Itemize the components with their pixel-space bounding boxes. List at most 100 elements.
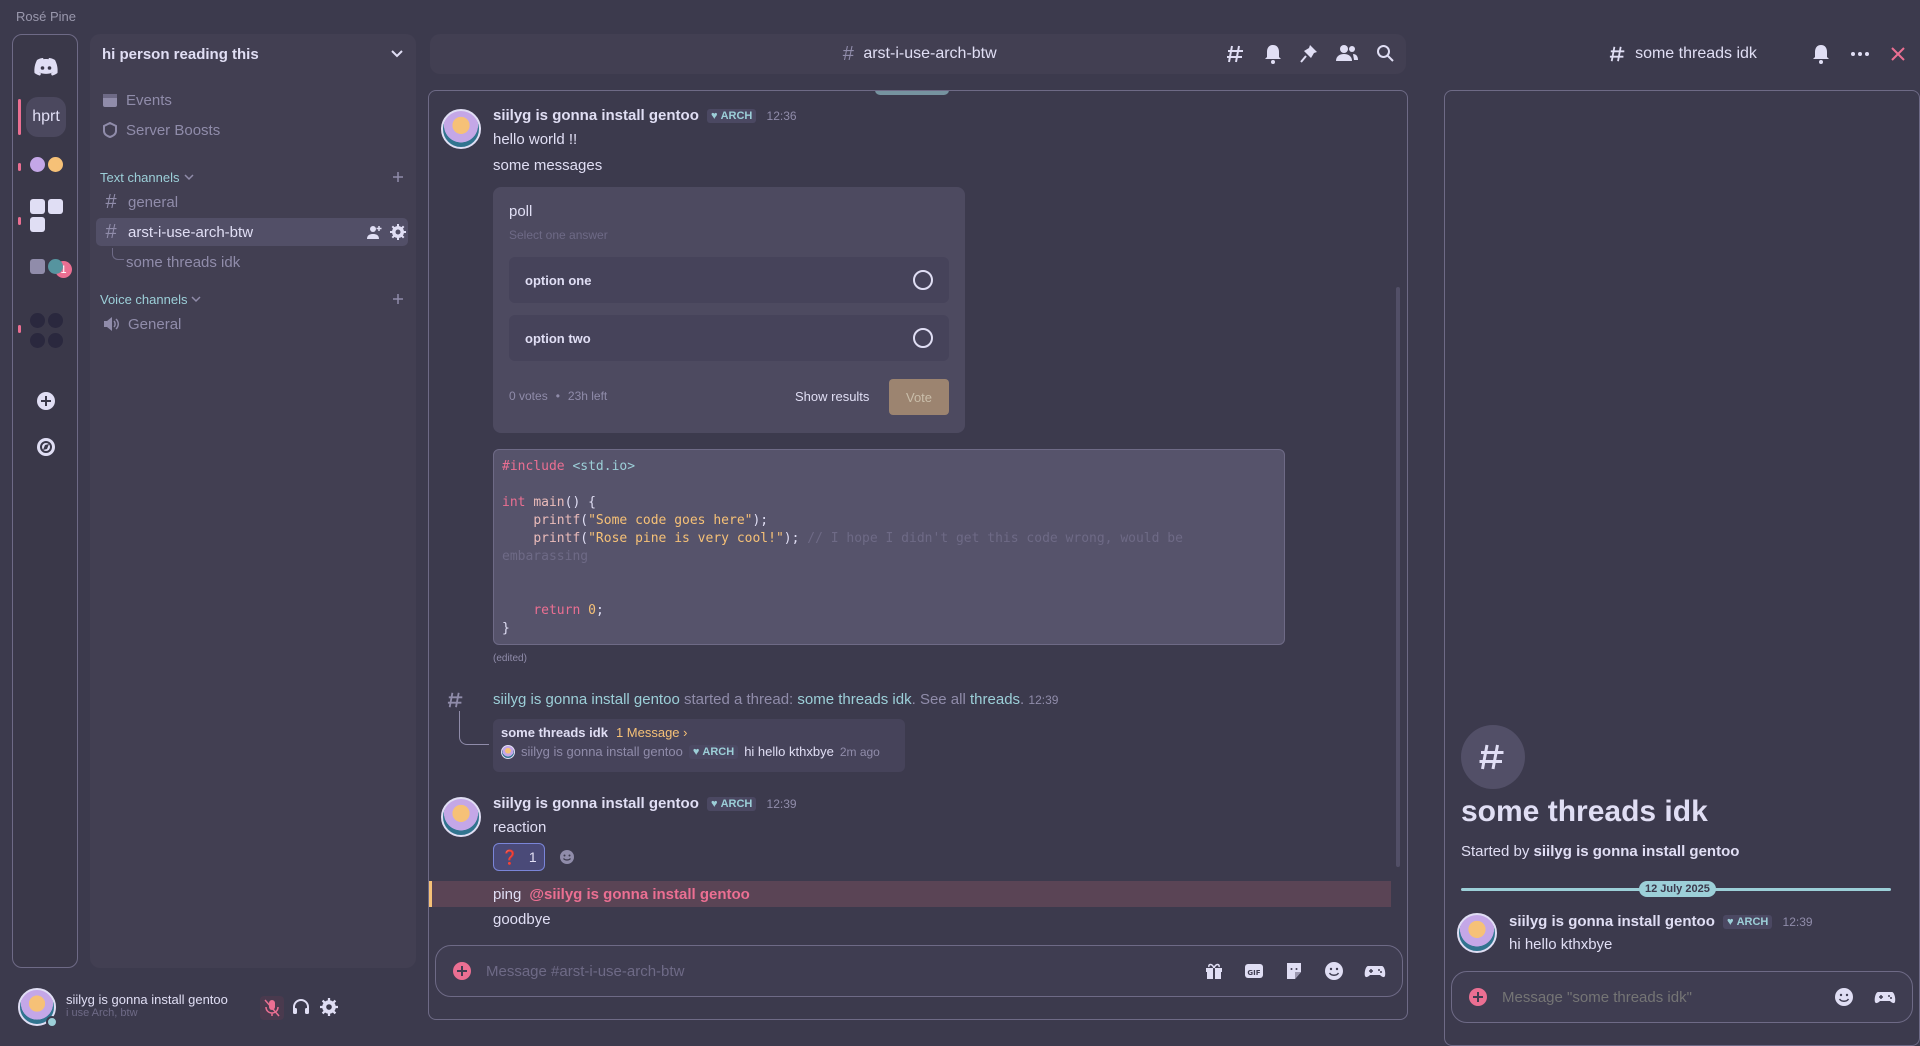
server-avatar <box>30 217 45 232</box>
text-category-label: Text channels <box>100 169 180 185</box>
game-icon[interactable] <box>1364 961 1386 981</box>
headphones-icon[interactable] <box>292 998 310 1016</box>
code-line-5: printf("Rose pine is very cool!"); // I … <box>533 531 1183 546</box>
plus-icon[interactable] <box>392 171 404 183</box>
heart-icon: ♥ <box>711 110 718 122</box>
poll-time-left: 23h left <box>567 389 608 403</box>
poll-option[interactable]: option two <box>509 315 949 361</box>
add-user-icon[interactable] <box>366 224 382 240</box>
user-panel: siilyg is gonna install gentoo i use Arc… <box>12 978 416 1036</box>
radio-button[interactable] <box>913 270 933 290</box>
server-folder-4[interactable] <box>26 307 66 355</box>
emoji-icon[interactable] <box>1834 987 1854 1007</box>
mic-muted-icon[interactable] <box>260 996 284 1020</box>
emoji-icon[interactable] <box>1324 961 1344 981</box>
channel-general[interactable]: # general <box>96 188 408 216</box>
online-status-dot <box>46 1016 58 1028</box>
server-hprt[interactable]: hprt <box>26 97 66 137</box>
server-folder-2[interactable] <box>26 195 66 243</box>
avatar[interactable] <box>1457 913 1497 953</box>
scroll-tab <box>875 91 949 95</box>
role-tag-label: ARCH <box>702 745 735 758</box>
threads-icon <box>1478 742 1508 772</box>
poll-option-label: option two <box>525 330 591 346</box>
plus-icon[interactable] <box>392 293 404 305</box>
thread-message-input[interactable] <box>1502 988 1802 1006</box>
channel-arst-i-use-arch-btw[interactable]: # arst-i-use-arch-btw <box>96 218 408 246</box>
gif-icon[interactable]: GIF <box>1244 961 1264 981</box>
threads-icon <box>447 691 465 709</box>
thread-composer <box>1451 971 1913 1023</box>
server-header[interactable]: hi person reading this <box>90 34 416 74</box>
message-author[interactable]: siilyg is gonna install gentoo <box>493 795 699 812</box>
user-mention[interactable]: @siilyg is gonna install gentoo <box>529 886 749 903</box>
user-name: siilyg is gonna install gentoo <box>66 992 228 1007</box>
server-rail: hprt 1 <box>12 34 78 968</box>
search-icon[interactable] <box>1376 44 1394 64</box>
server-avatar <box>30 313 45 328</box>
reaction-chip[interactable]: ❓ 1 <box>493 843 545 871</box>
plus-icon[interactable] <box>452 961 472 981</box>
sticker-icon[interactable] <box>1284 961 1304 981</box>
avatar[interactable] <box>441 109 481 149</box>
gear-icon[interactable] <box>390 224 406 240</box>
hash-icon: # <box>842 42 854 65</box>
gift-icon[interactable] <box>1204 961 1224 981</box>
started-by-name[interactable]: siilyg is gonna install gentoo <box>1534 843 1740 860</box>
threads-icon[interactable] <box>1226 44 1246 64</box>
message-text: hello world !! <box>493 131 578 148</box>
separator-dot: • <box>555 389 560 403</box>
svg-text:GIF: GIF <box>1247 969 1260 977</box>
server-avatar <box>48 157 63 172</box>
add-server-button[interactable] <box>26 381 66 421</box>
pin-icon[interactable] <box>1300 44 1318 64</box>
message-input[interactable] <box>486 962 1166 980</box>
voice-channel-general[interactable]: General <box>96 310 408 338</box>
message-author[interactable]: siilyg is gonna install gentoo <box>1509 913 1715 930</box>
see-all-text: See all <box>919 691 966 708</box>
thread-heading: some threads idk <box>1461 795 1708 828</box>
game-icon[interactable] <box>1874 987 1896 1007</box>
plus-icon[interactable] <box>1468 987 1488 1007</box>
app-title: Rosé Pine <box>16 8 76 24</box>
home-button[interactable] <box>26 47 66 87</box>
thread-link[interactable]: some threads idk <box>797 691 911 708</box>
message-composer: GIF <box>435 945 1403 997</box>
edited-label: (edited) <box>493 653 527 664</box>
thread-some-threads-idk[interactable]: some threads idk <box>120 248 408 276</box>
thread-card-count[interactable]: 1 Message › <box>616 725 688 740</box>
thread-starter-name[interactable]: siilyg is gonna install gentoo <box>493 691 680 708</box>
bell-icon[interactable] <box>1264 44 1282 64</box>
explore-button[interactable] <box>26 427 66 467</box>
bell-icon[interactable] <box>1812 44 1830 64</box>
server-folder-3[interactable] <box>26 247 66 287</box>
code-line-10: } <box>502 621 510 636</box>
avatar[interactable] <box>441 797 481 837</box>
thread-icon-circle <box>1461 725 1525 789</box>
text-channels-category[interactable]: Text channels <box>100 166 404 188</box>
message-author[interactable]: siilyg is gonna install gentoo <box>493 107 699 124</box>
add-server-icon <box>36 391 56 411</box>
members-icon[interactable] <box>1336 44 1358 64</box>
vote-button[interactable]: Vote <box>889 379 949 415</box>
server-boosts-item[interactable]: Server Boosts <box>102 116 220 144</box>
thread-card-name: some threads idk <box>501 725 608 740</box>
more-icon[interactable] <box>1850 51 1870 57</box>
poll-option[interactable]: option one <box>509 257 949 303</box>
chat-scrollbar[interactable] <box>1396 287 1400 867</box>
thread-preview-card[interactable]: some threads idk 1 Message › siilyg is g… <box>493 719 905 772</box>
voice-channels-category[interactable]: Voice channels <box>100 288 404 310</box>
show-results-button[interactable]: Show results <box>795 389 869 404</box>
threads-link[interactable]: threads <box>970 691 1020 708</box>
thread-started-by: Started by siilyg is gonna install gento… <box>1461 843 1739 860</box>
close-icon[interactable] <box>1890 46 1906 62</box>
add-reaction-icon[interactable] <box>559 849 575 865</box>
radio-button[interactable] <box>913 328 933 348</box>
unread-indicator <box>18 217 21 225</box>
server-name: hi person reading this <box>102 45 259 63</box>
gear-icon[interactable] <box>320 998 338 1016</box>
threads-icon <box>1609 45 1627 63</box>
server-folder-1[interactable] <box>26 145 66 185</box>
discord-icon <box>34 57 58 77</box>
events-item[interactable]: Events <box>102 86 172 114</box>
